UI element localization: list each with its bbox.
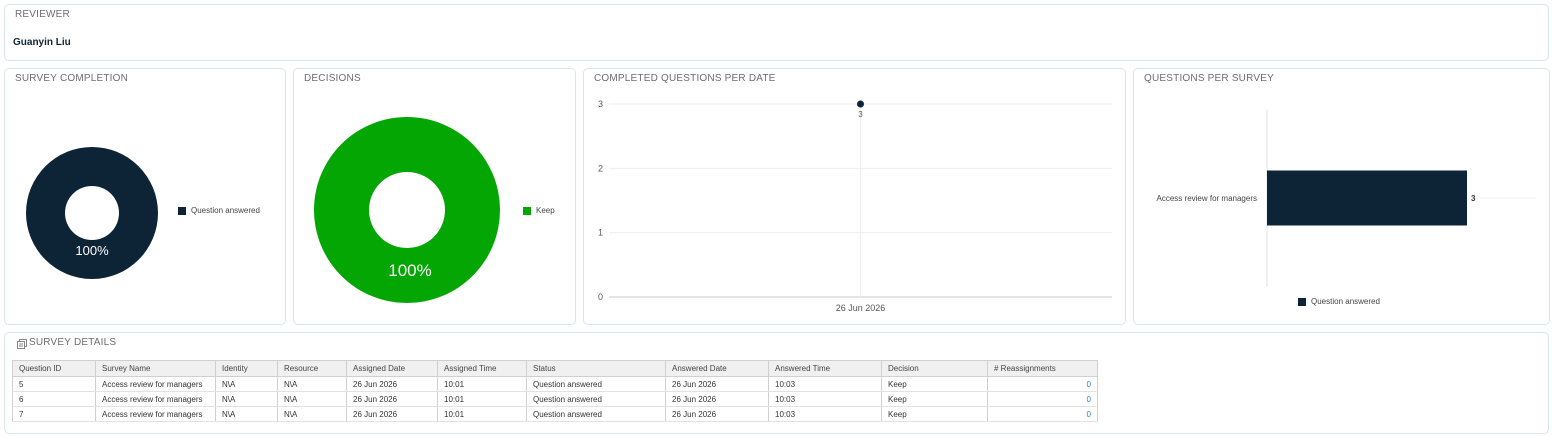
table-cell: 10:03 [768,406,882,422]
column-header[interactable]: # Reassignments [987,360,1098,377]
survey-completion-chart: 100% [26,147,158,279]
table-cell: 0 [987,406,1098,422]
table-cell: Keep [881,406,988,422]
table-cell: Access review for managers [95,391,216,407]
table-cell: N\A [215,391,278,407]
column-header[interactable]: Assigned Date [346,360,438,377]
table-cell: Question answered [526,376,666,392]
reviewer-title: REVIEWER [15,9,70,20]
reviewer-name: Guanyin Liu [13,37,71,48]
completion-percent-label: 100% [75,243,109,258]
table-row[interactable]: 7 Access review for managers N\A N\A 26 Jun … [12,406,1098,422]
survey-details-title: SURVEY DETAILS [29,337,117,348]
completion-legend-label: Question answered [191,206,260,215]
decisions-panel: DECISIONS 100% Keep [293,68,576,325]
bar[interactable] [1267,170,1467,226]
data-point[interactable] [857,100,864,108]
qps-legend[interactable]: Question answered [1298,297,1380,306]
y-tick-label: 0 [598,292,603,302]
table-cell: 26 Jun 2026 [665,391,769,407]
column-header[interactable]: Resource [277,360,347,377]
table-cell: 10:01 [437,376,527,392]
column-header[interactable]: Survey Name [95,360,216,377]
y-tick-label: 1 [598,228,603,238]
table-cell: 26 Jun 2026 [665,376,769,392]
qps-legend-label: Question answered [1311,297,1380,306]
column-header[interactable]: Status [526,360,666,377]
table-cell: Keep [881,391,988,407]
table-cell: 0 [987,391,1098,407]
table-row[interactable]: 6 Access review for managers N\A N\A 26 Jun … [12,391,1098,407]
y-tick-label: 2 [598,163,603,173]
column-header[interactable]: Decision [881,360,988,377]
table-cell: N\A [277,391,347,407]
completion-legend-swatch [178,206,186,215]
x-tick-label: 26 Jun 2026 [836,303,886,313]
data-label: 3 [858,110,863,119]
table-row[interactable]: 5 Access review for managers N\A N\A 26 Jun … [12,376,1098,392]
column-header[interactable]: Answered Date [665,360,769,377]
table-cell: 5 [12,376,96,392]
table-cell: 26 Jun 2026 [346,406,438,422]
table-cell: N\A [277,376,347,392]
survey-details-panel: SURVEY DETAILS Question ID Survey Name Ide… [4,332,1549,434]
table-cell: 10:03 [768,391,882,407]
completed-per-date-chart: 0 1 2 3 26 Jun 2026 3 [598,99,1112,313]
completion-donut-slice[interactable] [26,147,158,279]
table-cell: Access review for managers [95,406,216,422]
decisions-legend-swatch [523,206,531,215]
table-cell: Keep [881,376,988,392]
column-header[interactable]: Assigned Time [437,360,527,377]
decisions-legend[interactable]: Keep [523,206,555,215]
survey-completion-panel: SURVEY COMPLETION 100% Question answered [4,68,286,325]
decisions-percent-label: 100% [388,261,431,280]
table-cell: N\A [215,376,278,392]
survey-details-table: Question ID Survey Name Identity Resource As… [12,360,1098,422]
table-cell: 26 Jun 2026 [665,406,769,422]
table-cell: 26 Jun 2026 [346,376,438,392]
table-cell: Access review for managers [95,376,216,392]
column-header[interactable]: Identity [215,360,278,377]
column-header[interactable]: Question ID [12,360,96,377]
table-cell: 10:03 [768,376,882,392]
qps-legend-swatch [1298,297,1306,306]
details-icon [17,339,27,349]
table-header-row: Question ID Survey Name Identity Resource As… [12,360,1098,377]
y-tick-label: 3 [598,99,603,109]
table-cell: Question answered [526,391,666,407]
table-cell: 10:01 [437,406,527,422]
questions-per-survey-chart: Access review for managers 3 [1157,109,1536,287]
category-label: Access review for managers [1157,194,1257,203]
table-cell: 0 [987,376,1098,392]
data-label: 3 [1471,194,1476,203]
table-cell: Question answered [526,406,666,422]
table-cell: N\A [215,406,278,422]
table-cell: 26 Jun 2026 [346,391,438,407]
column-header[interactable]: Answered Time [768,360,882,377]
table-cell: N\A [277,406,347,422]
table-cell: 10:01 [437,391,527,407]
questions-per-survey-panel: QUESTIONS PER SURVEY Access review for m… [1133,68,1550,325]
decisions-legend-label: Keep [536,206,555,215]
reviewer-panel: REVIEWER Guanyin Liu [4,4,1549,61]
decisions-chart: 100% [314,117,500,303]
completion-legend[interactable]: Question answered [178,206,260,215]
table-cell: 6 [12,391,96,407]
completed-per-date-panel: COMPLETED QUESTIONS PER DATE 0 1 2 3 26 Jun … [583,68,1126,325]
table-cell: 7 [12,406,96,422]
